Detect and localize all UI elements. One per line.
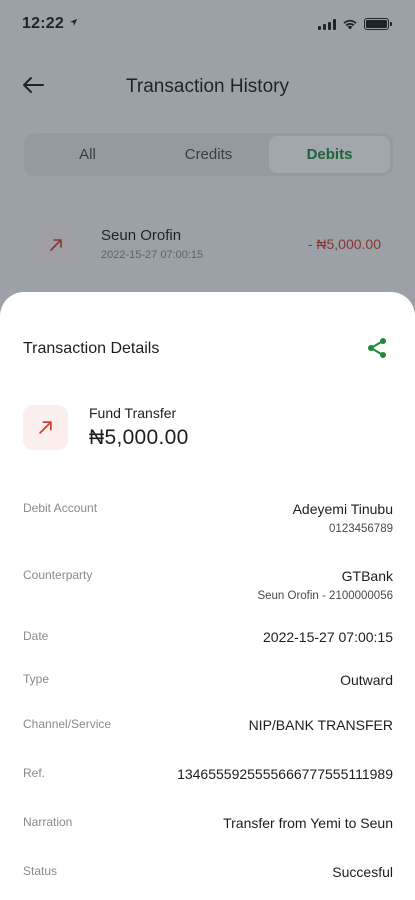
- detail-label: Debit Account: [23, 501, 98, 515]
- detail-label: Narration: [23, 815, 73, 829]
- detail-debit-account: Debit Account Adeyemi Tinubu 0123456789: [23, 501, 393, 545]
- detail-label: Status: [23, 864, 58, 878]
- ref-value: 134655592555566677755511198​9: [177, 766, 393, 782]
- type-value: Outward: [340, 672, 393, 688]
- debit-account-number: 0123456789: [329, 523, 393, 535]
- counterparty-bank: GTBank: [341, 568, 393, 584]
- narration-value: Transfer from Yemi to Seun: [223, 815, 393, 831]
- status-value: Succesful: [332, 864, 393, 880]
- share-icon[interactable]: [365, 336, 389, 360]
- detail-label: Date: [23, 629, 49, 643]
- detail-ref: Ref. 134655592555566677755511198​9: [23, 766, 393, 788]
- date-value: 2022-15-27 07:00:15: [263, 629, 393, 645]
- channel-value: NIP/BANK TRANSFER: [248, 717, 393, 733]
- detail-type: Type Outward: [23, 672, 393, 694]
- debit-account-name: Adeyemi Tinubu: [292, 501, 393, 517]
- transaction-type-label: Fund Transfer: [89, 405, 177, 421]
- detail-status: Status Succesful: [23, 864, 393, 886]
- detail-narration: Narration Transfer from Yemi to Seun: [23, 815, 393, 837]
- sheet-title: Transaction Details: [23, 340, 160, 357]
- detail-label: Counterparty: [23, 568, 93, 582]
- detail-label: Ref.: [23, 766, 46, 780]
- transaction-amount: ₦5,000.00: [89, 426, 189, 449]
- detail-channel: Channel/Service NIP/BANK TRANSFER: [23, 717, 393, 739]
- transaction-details-sheet: Transaction Details Fund Transfer ₦5,000…: [0, 292, 415, 900]
- detail-label: Type: [23, 672, 50, 686]
- counterparty-account: Seun Orofin - 2100000056: [257, 590, 393, 602]
- detail-counterparty: Counterparty GTBank Seun Orofin - 210000…: [23, 568, 393, 612]
- detail-date: Date 2022-15-27 07:00:15: [23, 629, 393, 651]
- detail-label: Channel/Service: [23, 717, 112, 731]
- arrow-up-right-icon: [39, 421, 52, 434]
- debit-arrow-badge: [23, 405, 68, 450]
